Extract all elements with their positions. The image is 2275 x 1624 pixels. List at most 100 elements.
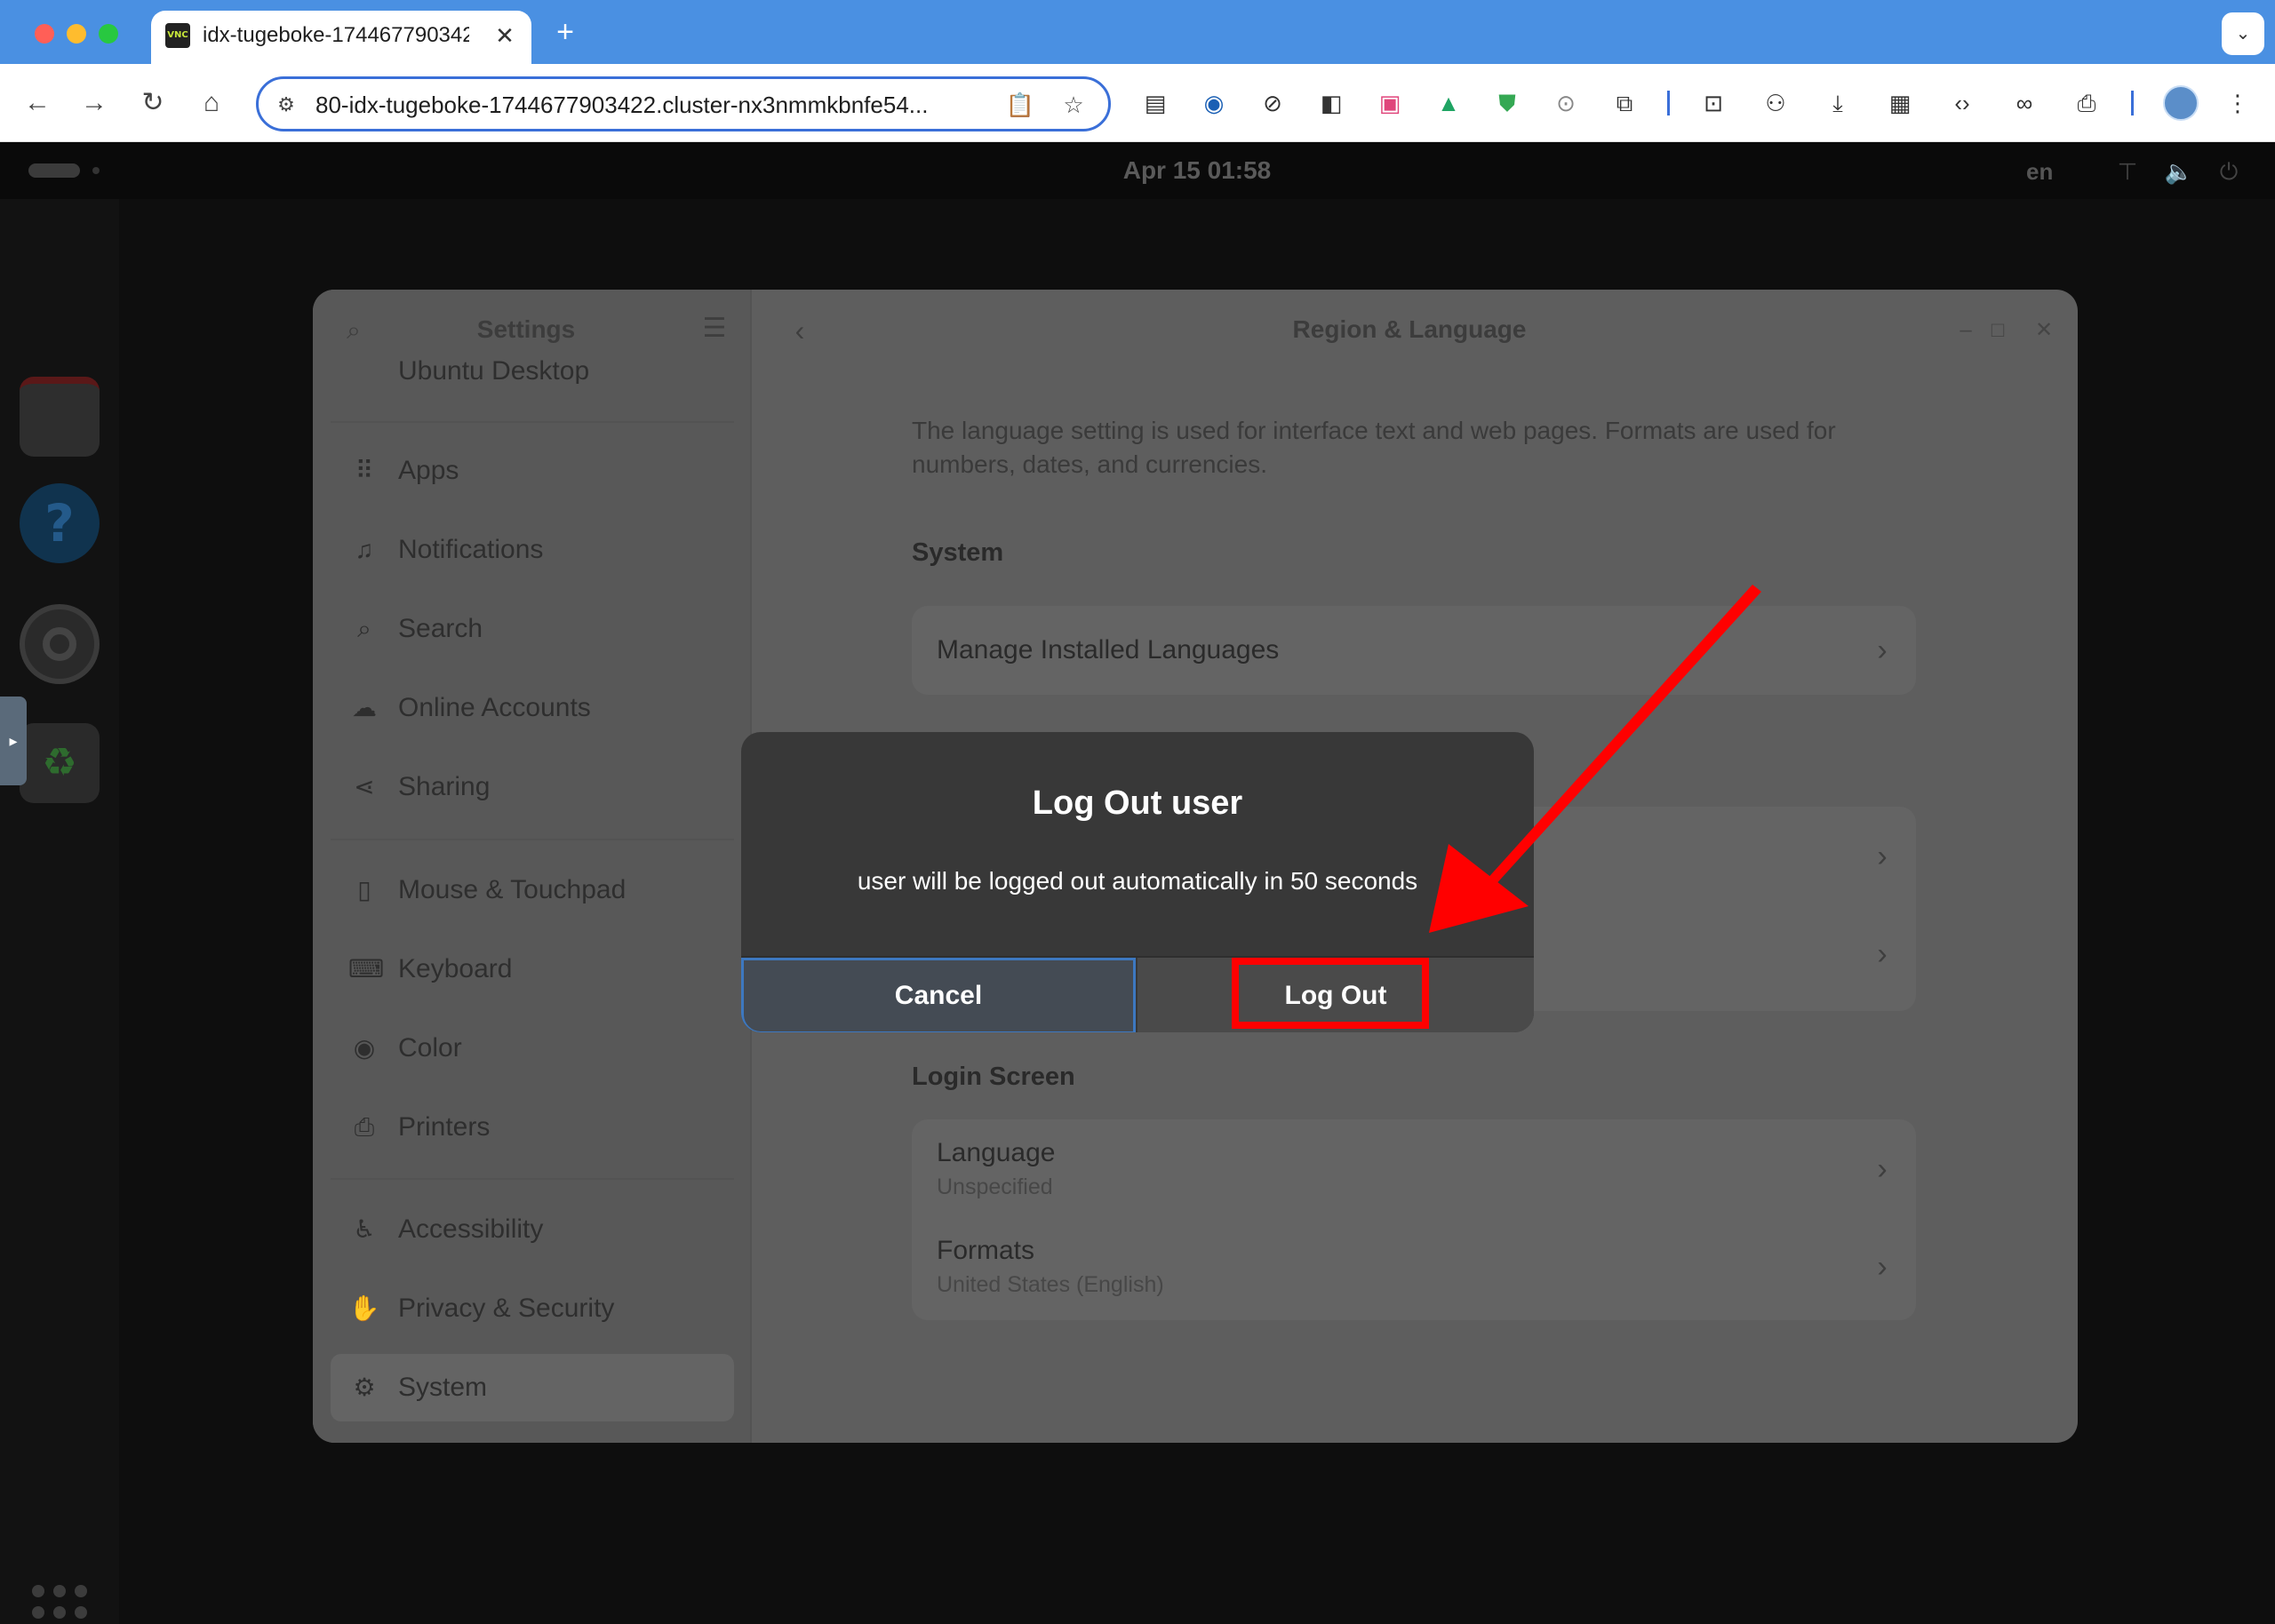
login-formats-label: Formats [937, 1236, 1035, 1265]
language-indicator[interactable]: en [2026, 156, 2058, 187]
translate-icon[interactable]: ▣ [1372, 85, 1408, 121]
sidebar-title: Settings [476, 315, 576, 343]
forward-arrow-icon[interactable]: → [75, 84, 114, 123]
sidebar-item-sharing[interactable]: ⋖ Sharing [331, 753, 734, 821]
printer-icon: ⎙ [354, 1113, 375, 1141]
print-icon[interactable]: ⎙ [2069, 85, 2104, 121]
login-formats-row[interactable]: Formats United States (English) › [912, 1219, 1916, 1318]
puzzle-icon[interactable]: ⧉ [1607, 85, 1642, 121]
share-icon: ⋖ [354, 773, 375, 800]
power-icon[interactable]: ⏻ [2213, 156, 2245, 187]
sidebar-item-label: Keyboard [398, 954, 513, 983]
sidebar-item-label: Apps [398, 456, 459, 485]
sidebar-item-label: Online Accounts [398, 693, 591, 722]
sidebar-item-ubuntu-desktop[interactable]: Ubuntu Desktop [398, 359, 718, 384]
sidebar-item-search[interactable]: ⌕ Search [331, 595, 734, 663]
code-icon[interactable]: ‹› [1944, 85, 1980, 121]
browser-tab[interactable]: VNC idx-tugeboke-1744677903422 ✕ [151, 11, 531, 64]
gear-icon: ⚙ [353, 1373, 376, 1401]
sidebar-item-online-accounts[interactable]: ☁ Online Accounts [331, 674, 734, 742]
sidebar-item-keyboard[interactable]: ⌨ Keyboard [331, 935, 734, 1003]
sidebar-item-color[interactable]: ◉ Color [331, 1015, 734, 1082]
hamburger-menu-icon[interactable]: ☰ [698, 313, 730, 345]
sidebar-item-printers[interactable]: ⎙ Printers [331, 1094, 734, 1161]
close-icon[interactable]: ✕ [2026, 313, 2062, 348]
bookmark-star-icon[interactable]: ☆ [1058, 90, 1089, 120]
sidebar-item-label: Mouse & Touchpad [398, 875, 627, 904]
screenshot-icon[interactable]: ⊡ [1696, 85, 1731, 121]
sidebar-divider [331, 421, 734, 423]
new-tab-button[interactable]: + [549, 16, 581, 48]
sidebar-item-label: Accessibility [398, 1214, 544, 1244]
sidebar-item-mouse-touchpad[interactable]: ▯ Mouse & Touchpad [331, 856, 734, 924]
download-icon[interactable]: ⤓ [1820, 85, 1856, 121]
volume-icon[interactable]: 🔈 [2163, 156, 2195, 187]
profile-avatar[interactable] [2163, 85, 2199, 121]
minimize-icon[interactable]: – [1948, 313, 1984, 348]
sidebar-divider [331, 839, 734, 840]
workspace-indicator [92, 167, 100, 174]
tab-title: idx-tugeboke-1744677903422 [203, 23, 469, 47]
network-icon[interactable]: ⊤ [2111, 156, 2143, 187]
clock[interactable]: Apr 15 01:58 [1066, 155, 1328, 187]
vnc-favicon-icon: VNC [165, 23, 190, 48]
sidebar-item-notifications[interactable]: ♫ Notifications [331, 516, 734, 584]
chevron-right-icon: › [1877, 840, 1888, 873]
browser-tab-strip: VNC idx-tugeboke-1744677903422 ✕ + ⌄ [0, 0, 2275, 64]
link-icon[interactable]: ∞ [2007, 85, 2042, 121]
activities-button[interactable] [28, 163, 80, 178]
hand-icon: ✋ [348, 1294, 380, 1322]
reader-mode-icon[interactable]: ▤ [1138, 85, 1173, 121]
cancel-button[interactable]: Cancel [741, 958, 1136, 1032]
keyboard-icon: ⌨ [348, 955, 385, 983]
qr-code-icon[interactable]: ▦ [1882, 85, 1918, 121]
show-apps-icon[interactable] [32, 1585, 87, 1624]
home-icon[interactable]: ⌂ [192, 84, 231, 123]
block-icon[interactable]: ⊘ [1255, 85, 1290, 121]
help-app-icon[interactable]: ? [20, 483, 100, 563]
sidebar-item-accessibility[interactable]: ♿ Accessibility [331, 1196, 734, 1263]
sidebar-item-privacy-security[interactable]: ✋ Privacy & Security [331, 1275, 734, 1342]
site-settings-icon[interactable]: ⚙ [273, 92, 299, 118]
sidebar-item-apps[interactable]: ⠿ Apps [331, 437, 734, 505]
ip-lookup-icon[interactable]: ⊙ [1548, 85, 1584, 121]
cloud-icon: ☁ [352, 694, 377, 721]
annotation-highlight-box [1232, 958, 1429, 1029]
vnc-sidebar-handle[interactable]: ▸ [0, 697, 27, 785]
more-menu-icon[interactable]: ⋮ [2220, 85, 2255, 121]
sidebar-item-system[interactable]: ⚙ System [331, 1354, 734, 1421]
settings-app-icon[interactable] [20, 604, 100, 684]
google-drive-icon[interactable]: ▲ [1431, 85, 1466, 121]
url-text[interactable]: 80-idx-tugeboke-1744677903422.cluster-nx… [315, 90, 991, 120]
sidebar-divider [331, 1178, 734, 1180]
bell-icon: ♫ [355, 536, 374, 563]
settings-sidebar: ⌕ Settings ☰ Ubuntu Desktop ⠿ Apps ♫ Not… [313, 290, 752, 1443]
back-arrow-icon[interactable]: ← [18, 84, 57, 123]
files-app-icon[interactable] [20, 377, 100, 457]
reload-icon[interactable]: ↻ [133, 84, 172, 123]
chevron-right-icon: › [1877, 633, 1888, 667]
tab-search-button[interactable]: ⌄ [2222, 12, 2264, 55]
window-minimize-button[interactable] [67, 24, 86, 44]
login-language-row[interactable]: Language Unspecified › [912, 1119, 1916, 1219]
sidebar-item-label: Sharing [398, 772, 491, 801]
maximize-icon[interactable]: □ [1980, 313, 2016, 348]
address-bar[interactable]: ⚙ 80-idx-tugeboke-1744677903422.cluster-… [256, 76, 1111, 131]
browser-toolbar: ← → ↻ ⌂ ⚙ 80-idx-tugeboke-1744677903422.… [0, 64, 2275, 142]
incognito-icon[interactable]: ⚇ [1758, 85, 1793, 121]
window-close-button[interactable] [35, 24, 54, 44]
window-maximize-button[interactable] [99, 24, 118, 44]
trash-icon[interactable]: ♻ [20, 723, 100, 803]
login-language-value: Unspecified [937, 1174, 1053, 1199]
extension-icon[interactable]: ◧ [1313, 85, 1349, 121]
chevron-right-icon: › [1877, 1250, 1888, 1284]
login-language-label: Language [937, 1138, 1056, 1167]
shield-check-icon[interactable]: ⛊ [1489, 85, 1525, 121]
sidebar-item-label: System [398, 1373, 488, 1402]
clipboard-icon[interactable]: 📋 [1005, 90, 1035, 120]
apps-grid-icon: ⠿ [355, 457, 374, 484]
search-icon[interactable]: ⌕ [338, 314, 370, 346]
password-manager-icon[interactable]: ◉ [1196, 85, 1232, 121]
back-chevron-icon[interactable]: ‹ [784, 313, 816, 348]
tab-close-icon[interactable]: ✕ [491, 21, 519, 50]
